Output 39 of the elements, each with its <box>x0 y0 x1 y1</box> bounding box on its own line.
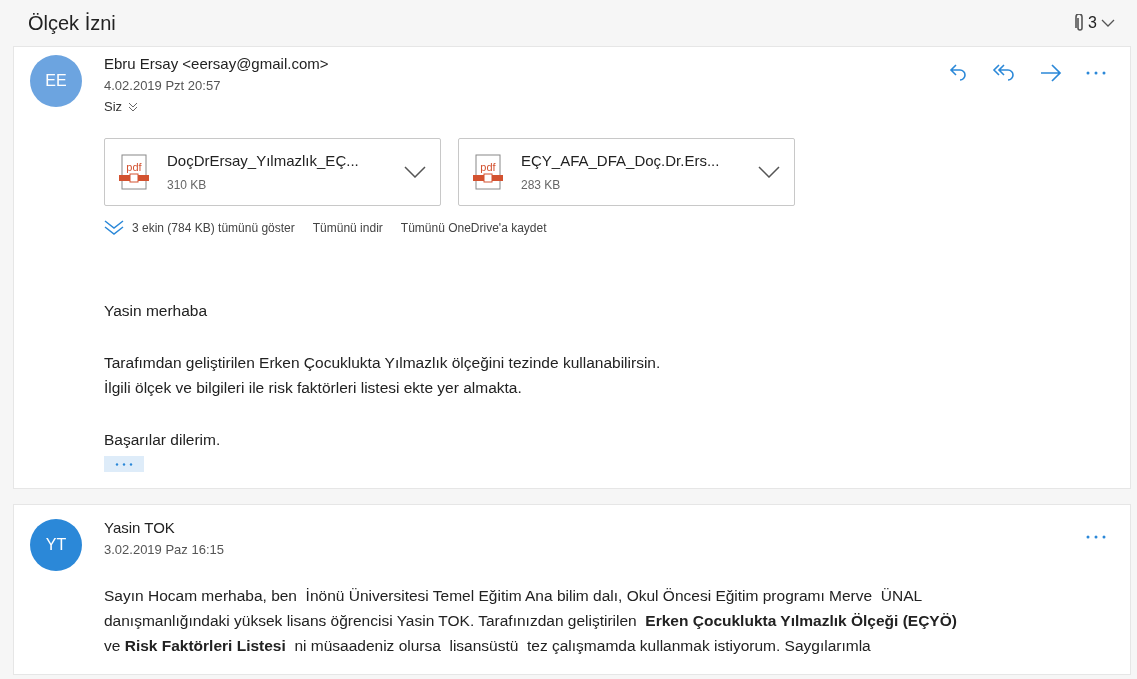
attachment-link[interactable]: Tümünü indir <box>312 221 383 235</box>
sender-name: Ebru Ersay <eersay@gmail.com> <box>104 55 330 72</box>
forward-icon[interactable] <box>1040 64 1062 82</box>
attachment-count[interactable]: 3 <box>1088 14 1097 32</box>
subject-title: Ölçek İzni <box>28 11 117 35</box>
double-chevron-icon[interactable] <box>104 220 124 236</box>
avatar: YT <box>30 519 82 571</box>
more-icon <box>115 462 133 466</box>
file-type-label: pdf <box>126 161 142 173</box>
attachment-name: EÇY_AFA_DFA_Doç.Dr.Ers... <box>521 152 721 169</box>
message-paragraph: Yasin merhaba <box>104 301 209 321</box>
attachment-size: 283 KB <box>521 178 562 192</box>
attachment-link[interactable]: Tümünü OneDrive'a kaydet <box>400 221 547 235</box>
attachment-card[interactable]: pdf DoçDrErsay_Yılmazlık_EÇ... 310 KB <box>104 138 441 206</box>
pdf-file-icon <box>473 154 503 190</box>
chevron-down-icon[interactable] <box>758 166 780 178</box>
attachment-link[interactable]: 3 ekin (784 KB) tümünü göster <box>132 221 295 235</box>
message-paragraph: Tarafımdan geliştirilen Erken Çocuklukta Yılmazlık ölçeğini tezinde kullanabilirsin. İlgili ölçek ve bilgileri ile risk faktörleri listesi ekte yer almakta. <box>104 353 662 398</box>
attachment-size: 310 KB <box>167 178 208 192</box>
message-date: 4.02.2019 Pzt 20:57 <box>104 78 222 93</box>
attachment-name: DoçDrErsay_Yılmazlık_EÇ... <box>167 152 360 169</box>
message-date: 3.02.2019 Paz 16:15 <box>104 542 225 557</box>
sender-name: Yasin TOK <box>104 519 176 536</box>
paperclip-icon <box>1074 14 1085 32</box>
attachment-card[interactable]: pdf EÇY_AFA_DFA_Doç.Dr.Ers... 283 KB <box>458 138 795 206</box>
avatar: EE <box>30 55 82 107</box>
message-paragraph: Başarılar dilerim. <box>104 430 222 450</box>
recipient-name[interactable]: Siz <box>104 99 123 114</box>
more-icon[interactable] <box>1086 535 1106 539</box>
show-quoted-text-button[interactable] <box>104 456 144 472</box>
chevron-down-icon[interactable] <box>1101 19 1115 27</box>
reply-icon[interactable] <box>948 64 968 82</box>
more-icon[interactable] <box>1086 71 1106 75</box>
message-paragraph: Sayın Hocam merhaba, ben İnönü Üniversitesi Temel Eğitim Ana bilim dalı, Okul Öncesi Eğitim programı Merve ÜNAL danışmanlığındaki yüksek lisans öğrencisi Yasin TOK. Tarafınızdan geliştirilen Erken Çocuklukta Yılmazlık Ölçeği (EÇYÖ) ve Risk Faktörleri Listesi ni müsaadeniz olursa lisansüstü tez çalışmamda kullanmak istiyorum. Saygılarımla <box>104 586 958 656</box>
double-chevron-icon[interactable] <box>128 101 139 112</box>
file-type-label: pdf <box>480 161 496 173</box>
chevron-down-icon[interactable] <box>404 166 426 178</box>
reply-all-icon[interactable] <box>992 64 1016 82</box>
pdf-file-icon <box>119 154 149 190</box>
